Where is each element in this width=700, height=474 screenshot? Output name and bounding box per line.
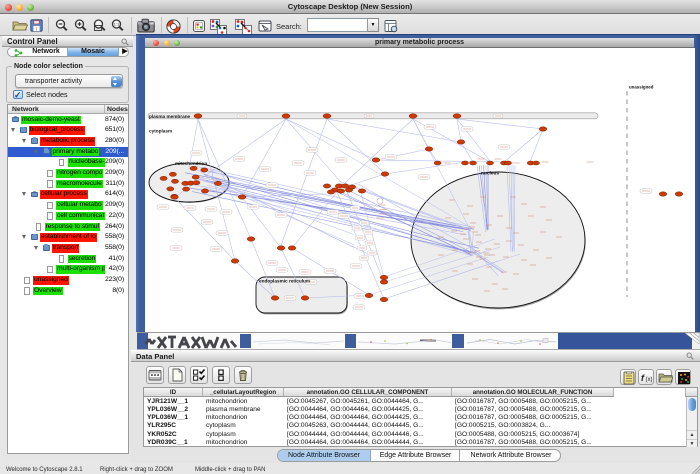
svg-text:mitochondrion: mitochondrion	[175, 161, 207, 166]
svg-text:f: f	[641, 373, 645, 383]
svg-text:1:1: 1:1	[114, 22, 120, 27]
svg-text:(x): (x)	[646, 377, 653, 383]
svg-text:plasma membrane: plasma membrane	[149, 114, 191, 119]
svg-text:unassigned: unassigned	[629, 85, 654, 90]
svg-text:nucleus: nucleus	[481, 171, 499, 177]
svg-text:cytoplasm: cytoplasm	[149, 128, 172, 133]
svg-text:endoplasmic reticulum: endoplasmic reticulum	[259, 278, 310, 283]
